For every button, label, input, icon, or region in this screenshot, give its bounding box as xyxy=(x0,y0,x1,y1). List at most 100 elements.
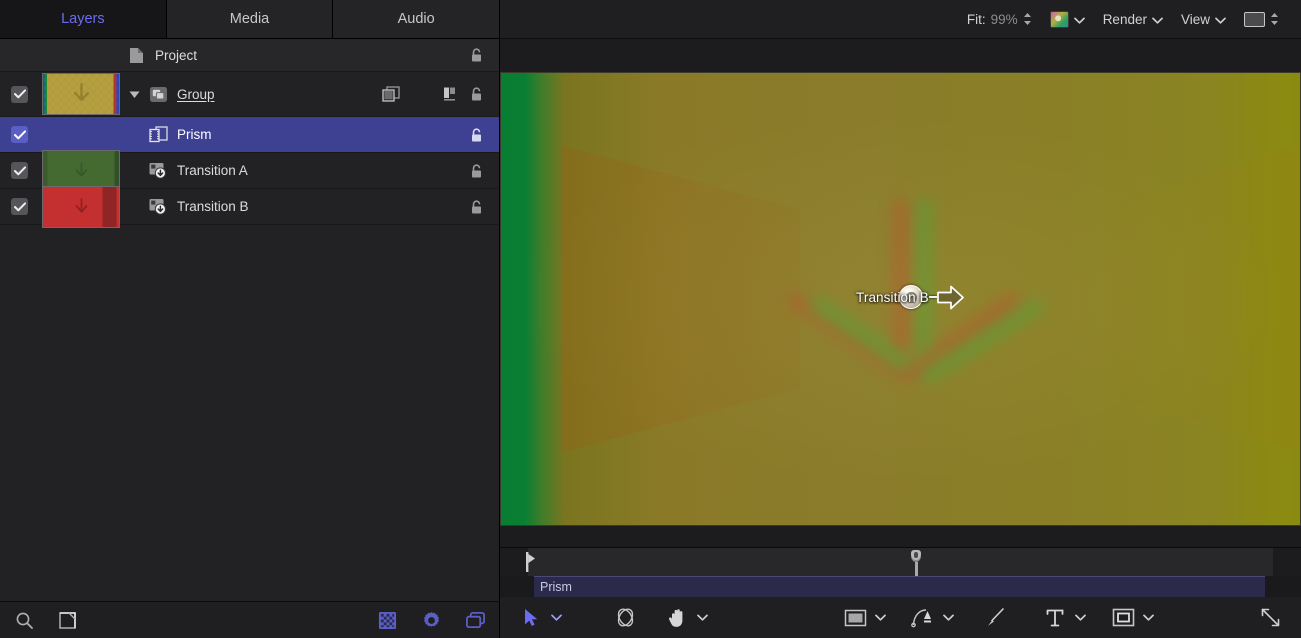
resize-grip-icon[interactable] xyxy=(1255,604,1285,632)
timeline-ruler-left-edge xyxy=(500,548,528,576)
timeline-clip-prism[interactable]: Prism xyxy=(534,576,1265,597)
layers-panel-icon[interactable] xyxy=(464,609,486,631)
row-right-icons xyxy=(468,162,499,180)
row-right-icons xyxy=(468,198,499,216)
layer-list: Project xyxy=(0,39,499,601)
text-tool[interactable] xyxy=(1040,604,1070,632)
fit-label: Fit: xyxy=(967,12,986,27)
bezier-tool[interactable] xyxy=(908,604,938,632)
checkbox-checked[interactable] xyxy=(11,198,28,215)
mini-timeline[interactable]: Prism xyxy=(500,547,1301,596)
unlocked-icon[interactable] xyxy=(468,162,486,180)
layer-row-transition-b-label: Transition B xyxy=(171,199,468,214)
tab-layers[interactable]: Layers xyxy=(0,0,167,38)
chevron-down-icon[interactable] xyxy=(1074,12,1085,27)
playhead[interactable] xyxy=(911,550,921,578)
in-point-marker[interactable] xyxy=(526,552,536,575)
color-swatch-control[interactable] xyxy=(1041,5,1094,33)
tab-layers-label: Layers xyxy=(61,11,105,27)
visibility-checkbox-transition-b[interactable] xyxy=(0,198,39,215)
checkerboard-icon[interactable] xyxy=(376,609,398,631)
canvas-area: Transition B xyxy=(500,39,1301,547)
display-mode-control[interactable] xyxy=(1235,5,1288,33)
group-row-right-icons xyxy=(382,85,499,103)
chevron-down-icon[interactable] xyxy=(1215,12,1226,27)
timeline-ruler-right-edge xyxy=(1273,548,1301,576)
text-tool-chevron-down-icon[interactable] xyxy=(1072,604,1088,632)
unlocked-icon[interactable] xyxy=(468,46,486,64)
layer-row-transition-a[interactable]: Transition A xyxy=(0,153,499,189)
display-mode-icon xyxy=(1244,12,1265,27)
bezier-tool-group xyxy=(908,604,956,632)
select-tool-group xyxy=(516,604,564,632)
transition-b-thumbnail[interactable] xyxy=(39,186,123,228)
shape-tool-chevron-down-icon[interactable] xyxy=(872,604,888,632)
document-icon xyxy=(123,47,149,64)
checkbox-checked[interactable] xyxy=(11,162,28,179)
canvas-arrow-graphic xyxy=(501,73,1300,525)
view-menu[interactable]: View xyxy=(1172,5,1235,33)
unlocked-icon[interactable] xyxy=(468,126,486,144)
mask-tool-group xyxy=(1108,604,1156,632)
panel-tabbar: Layers Media Audio xyxy=(0,0,499,39)
layers-panel: Layers Media Audio Project xyxy=(0,0,500,638)
layer-row-project[interactable]: Project xyxy=(0,39,499,72)
layer-row-transition-b[interactable]: Transition B xyxy=(0,189,499,225)
row-right-icons xyxy=(468,46,499,64)
gear-icon[interactable] xyxy=(420,609,442,631)
layer-row-project-label: Project xyxy=(149,48,468,63)
layers-panel-bottom-bar xyxy=(0,601,499,638)
preview-canvas[interactable]: Transition B xyxy=(501,73,1300,525)
stepper-icon[interactable] xyxy=(1270,12,1279,26)
unlocked-icon[interactable] xyxy=(468,198,486,216)
render-menu[interactable]: Render xyxy=(1094,5,1172,33)
unlocked-icon[interactable] xyxy=(468,85,486,103)
tab-audio-label: Audio xyxy=(398,11,435,27)
layers-stack-icon[interactable] xyxy=(382,85,400,103)
checkbox-checked[interactable] xyxy=(11,86,28,103)
add-group-icon[interactable] xyxy=(56,609,78,631)
mask-tool-chevron-down-icon[interactable] xyxy=(1140,604,1156,632)
layer-row-prism[interactable]: Prism xyxy=(0,117,499,153)
timeline-ruler[interactable] xyxy=(500,548,1301,576)
bezier-tool-chevron-down-icon[interactable] xyxy=(940,604,956,632)
search-icon[interactable] xyxy=(13,609,35,631)
timeline-track[interactable]: Prism xyxy=(500,576,1301,597)
shape-tool[interactable] xyxy=(840,604,870,632)
disclosure-triangle-expanded[interactable] xyxy=(123,90,145,99)
tab-media[interactable]: Media xyxy=(167,0,334,38)
layer-row-transition-a-label: Transition A xyxy=(171,163,468,178)
mask-icon[interactable] xyxy=(442,85,460,103)
image-import-icon xyxy=(145,161,171,180)
motion-app-window: Layers Media Audio Project xyxy=(0,0,1301,638)
layer-row-group-label: Group xyxy=(171,87,382,102)
layer-row-group[interactable]: Group xyxy=(0,72,499,117)
canvas-bottom-toolbar xyxy=(500,596,1301,638)
fit-zoom-control[interactable]: Fit: 99% xyxy=(958,5,1041,33)
select-tool[interactable] xyxy=(516,604,546,632)
pan-tool-group xyxy=(662,604,710,632)
chevron-down-icon[interactable] xyxy=(1152,12,1163,27)
stepper-icon[interactable] xyxy=(1023,12,1032,26)
tab-media-label: Media xyxy=(230,11,270,27)
group-thumbnail[interactable] xyxy=(39,73,123,115)
pan-tool[interactable] xyxy=(662,604,692,632)
select-tool-chevron-down-icon[interactable] xyxy=(548,604,564,632)
group-icon xyxy=(145,86,171,103)
layer-row-prism-label: Prism xyxy=(171,127,468,142)
panel-bottom-left-group xyxy=(13,609,78,631)
tab-audio[interactable]: Audio xyxy=(333,0,499,38)
playhead-head[interactable] xyxy=(911,550,921,562)
fit-value: 99% xyxy=(991,12,1018,27)
panel-bottom-right-group xyxy=(376,609,486,631)
mask-tool[interactable] xyxy=(1108,604,1138,632)
3d-transform-tool[interactable] xyxy=(610,604,640,632)
paint-tool[interactable] xyxy=(980,604,1010,632)
color-swatch-icon xyxy=(1050,11,1069,28)
visibility-checkbox-transition-a[interactable] xyxy=(0,162,39,179)
pan-tool-chevron-down-icon[interactable] xyxy=(694,604,710,632)
checkbox-checked[interactable] xyxy=(11,126,28,143)
visibility-checkbox-group[interactable] xyxy=(0,86,39,103)
text-tool-group xyxy=(1040,604,1088,632)
visibility-checkbox-prism[interactable] xyxy=(0,126,39,143)
